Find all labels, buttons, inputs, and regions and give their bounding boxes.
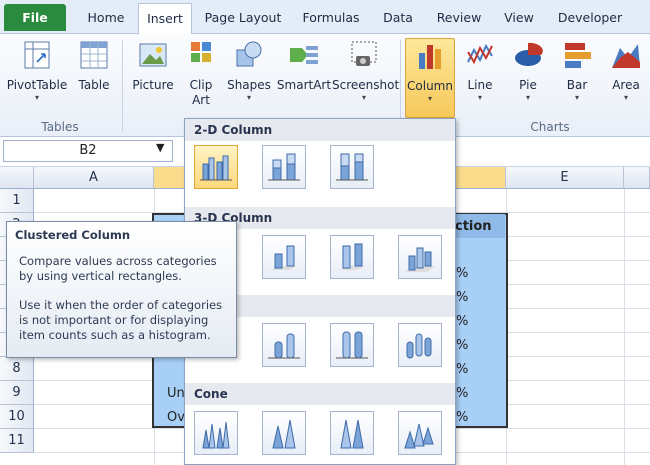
area-chart-button[interactable]: Area ▾ <box>606 38 646 103</box>
pie-chart-button[interactable]: Pie ▾ <box>508 38 548 103</box>
cell-value: % <box>456 386 469 401</box>
chevron-down-icon[interactable]: ▼ <box>156 141 164 154</box>
table-icon <box>78 38 110 72</box>
smartart-icon <box>288 38 320 72</box>
pie-label: Pie <box>519 78 537 92</box>
row-header-11[interactable]: 11 <box>0 429 34 453</box>
screenshot-label: Screenshot <box>332 78 400 92</box>
chevron-down-icon: ▾ <box>623 93 628 102</box>
shapes-icon <box>233 38 265 72</box>
column-chart-icon <box>414 39 446 73</box>
tab-review[interactable]: Review <box>430 7 488 34</box>
shapes-label: Shapes <box>227 78 271 92</box>
screenshot-button[interactable]: Screenshot ▾ <box>332 38 400 103</box>
3d-cylinder-option[interactable] <box>398 323 442 367</box>
clustered-cone-option[interactable] <box>194 411 238 455</box>
area-chart-icon <box>610 38 642 72</box>
chevron-down-icon: ▾ <box>427 94 432 103</box>
cell-value: % <box>456 290 469 305</box>
cell-value: % <box>456 338 469 353</box>
100-stacked-cylinder-option[interactable] <box>330 323 374 367</box>
chevron-down-icon: ▾ <box>477 93 482 102</box>
group-separator <box>122 40 123 132</box>
picture-label: Picture <box>132 78 174 92</box>
3d-column-option[interactable] <box>398 235 442 279</box>
picture-button[interactable]: Picture <box>128 38 178 93</box>
column-header-a[interactable]: A <box>34 167 154 189</box>
clip-art-label-1: Clip <box>189 78 213 92</box>
cell-value: % <box>456 314 469 329</box>
column-label: Column <box>407 79 453 93</box>
line-chart-icon <box>464 38 496 72</box>
line-label: Line <box>467 78 493 92</box>
stacked-column-option[interactable] <box>262 145 306 189</box>
cell-value: Ov <box>167 410 185 425</box>
chevron-down-icon: ▾ <box>525 93 530 102</box>
column-header-f[interactable] <box>624 167 650 189</box>
section-2d-column: 2-D Column <box>185 119 455 141</box>
stacked-cylinder-option[interactable] <box>262 323 306 367</box>
cell-value: % <box>456 362 469 377</box>
header-cell-text: ction <box>455 219 492 234</box>
gridline <box>624 189 625 465</box>
100-stacked-column-option[interactable] <box>330 145 374 189</box>
screenshot-icon <box>348 38 380 72</box>
ribbon-tab-bar: File Home Insert Page Layout Formulas Da… <box>0 0 650 35</box>
bar-chart-icon <box>561 38 593 72</box>
100-stacked-cone-option[interactable] <box>330 411 374 455</box>
pivottable-icon <box>21 38 53 72</box>
select-all-corner[interactable] <box>0 167 34 189</box>
chevron-down-icon: ▾ <box>246 93 251 102</box>
shapes-button[interactable]: Shapes ▾ <box>224 38 274 103</box>
column-header-e[interactable]: E <box>506 167 624 189</box>
pie-chart-icon <box>512 38 544 72</box>
group-label-tables: Tables <box>41 120 79 134</box>
tab-insert[interactable]: Insert <box>138 3 192 35</box>
tab-formulas[interactable]: Formulas <box>296 7 366 34</box>
cell-value: Un <box>167 386 185 401</box>
smartart-button[interactable]: SmartArt <box>276 38 332 93</box>
tab-page-layout[interactable]: Page Layout <box>200 7 286 34</box>
area-label: Area <box>612 78 640 92</box>
chart-type-tooltip: Clustered Column Compare values across c… <box>6 221 237 358</box>
picture-icon <box>137 38 169 72</box>
line-chart-button[interactable]: Line ▾ <box>460 38 500 103</box>
name-box[interactable]: B2 <box>3 140 173 162</box>
tab-data[interactable]: Data <box>376 7 420 34</box>
tab-home[interactable]: Home <box>80 7 132 34</box>
column-chart-button[interactable]: Column ▾ <box>405 38 455 118</box>
clip-art-label-2: Art <box>192 93 210 107</box>
clip-art-button[interactable]: Clip Art <box>184 38 218 108</box>
3d-stacked-column-option[interactable] <box>262 235 306 279</box>
section-cone: Cone <box>185 383 455 405</box>
tooltip-usage: Use it when the order of categories is n… <box>19 298 223 342</box>
clustered-column-option[interactable] <box>194 145 238 189</box>
group-label-charts: Charts <box>530 120 570 134</box>
smartart-label: SmartArt <box>276 78 332 92</box>
cell-value: % <box>456 266 469 281</box>
3d-cone-option[interactable] <box>398 411 442 455</box>
bar-chart-button[interactable]: Bar ▾ <box>557 38 597 103</box>
bar-label: Bar <box>566 78 588 92</box>
3d-100-stacked-column-option[interactable] <box>330 235 374 279</box>
row-header-10[interactable]: 10 <box>0 405 34 429</box>
clip-art-icon <box>185 38 217 72</box>
pivottable-label: PivotTable <box>6 78 68 92</box>
chevron-down-icon: ▾ <box>361 93 366 102</box>
table-label: Table <box>78 78 110 92</box>
tooltip-title: Clustered Column <box>15 228 131 242</box>
row-header-8[interactable]: 8 <box>0 357 34 381</box>
tab-file[interactable]: File <box>4 4 66 31</box>
tab-developer[interactable]: Developer <box>550 7 630 34</box>
tab-view[interactable]: View <box>498 7 540 34</box>
tooltip-description: Compare values across categories by usin… <box>19 254 217 283</box>
table-button[interactable]: Table <box>74 38 114 93</box>
chevron-down-icon: ▾ <box>34 93 39 102</box>
pivottable-button[interactable]: PivotTable ▾ <box>4 38 70 103</box>
cell-value: % <box>456 410 469 425</box>
row-header-1[interactable]: 1 <box>0 189 34 213</box>
chevron-down-icon: ▾ <box>574 93 579 102</box>
stacked-cone-option[interactable] <box>262 411 306 455</box>
row-header-9[interactable]: 9 <box>0 381 34 405</box>
